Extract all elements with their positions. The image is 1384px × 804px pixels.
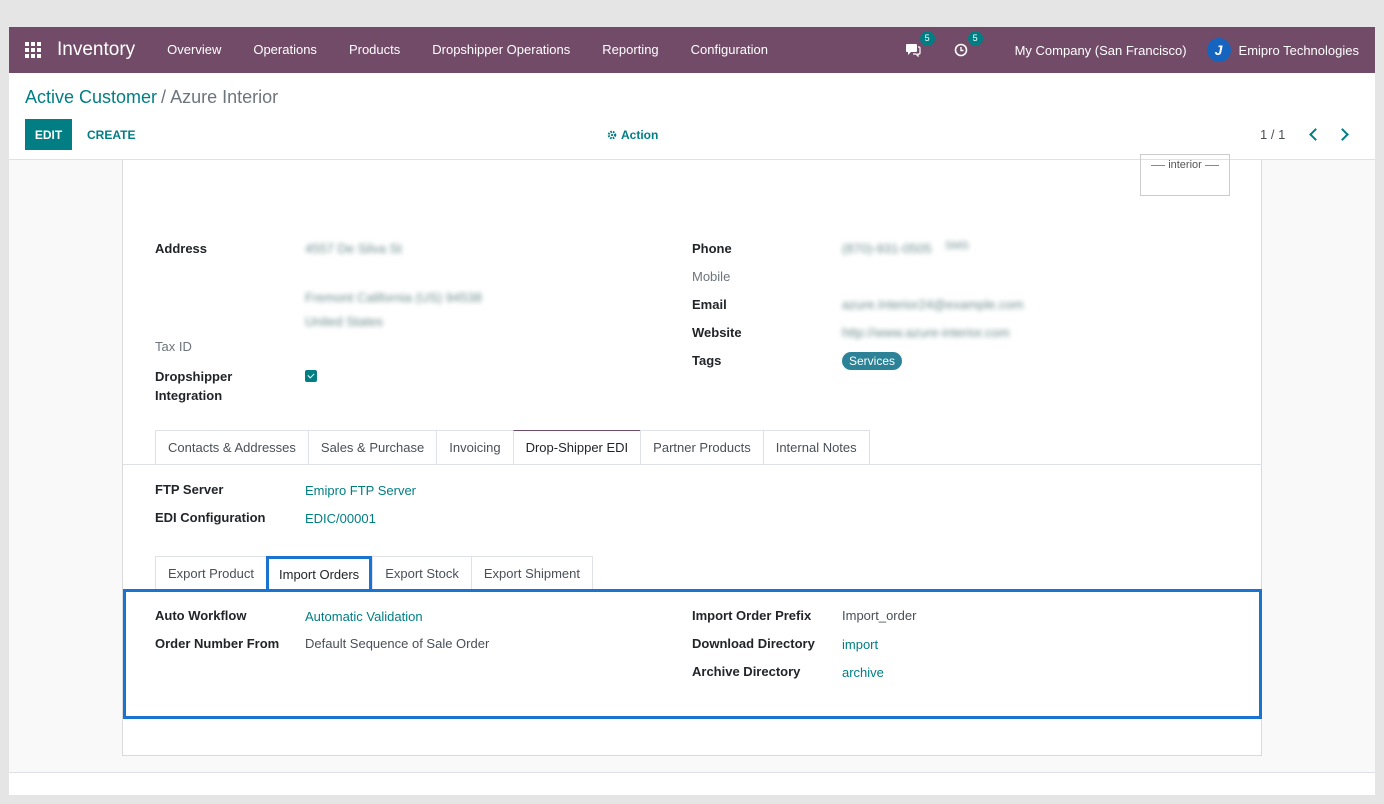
phone-label: Phone — [692, 241, 732, 256]
menu-products[interactable]: Products — [333, 27, 416, 73]
street-value: 4557 De Silva St — [305, 241, 402, 256]
company-switcher[interactable]: My Company (San Francisco) — [1015, 43, 1187, 58]
form-sheet: interior Address 4557 De Silva St Fremon… — [122, 154, 1262, 756]
sms-link[interactable]: SMS — [945, 237, 969, 256]
tab-drop-shipper-edi[interactable]: Drop-Shipper EDI — [512, 430, 641, 464]
top-navbar: Inventory Overview Operations Products D… — [9, 27, 1375, 73]
tab-internal-notes[interactable]: Internal Notes — [762, 430, 870, 464]
tab-contacts-addresses[interactable]: Contacts & Addresses — [155, 430, 308, 464]
clock-icon — [954, 43, 967, 57]
breadcrumb-separator: / — [161, 87, 167, 107]
email-value[interactable]: azure.Interior24@example.com — [842, 295, 1024, 314]
user-menu[interactable]: J Emipro Technologies — [1206, 38, 1359, 62]
tab-import-orders[interactable]: Import Orders — [266, 556, 373, 590]
import-order-prefix-label: Import Order Prefix — [692, 608, 812, 623]
auto-workflow-label: Auto Workflow — [155, 608, 247, 623]
pager-value[interactable]: 1 / 1 — [1260, 119, 1285, 150]
dropshipper-label-line1: Dropshipper — [155, 369, 233, 384]
order-number-from-value: Default Sequence of Sale Order — [305, 636, 490, 651]
tab-sales-purchase[interactable]: Sales & Purchase — [307, 430, 437, 464]
tab-invoicing[interactable]: Invoicing — [436, 430, 513, 464]
control-panel: Active Customer / Azure Interior EDIT CREA… — [9, 73, 1375, 160]
chevron-right-icon[interactable] — [1336, 128, 1349, 141]
auto-workflow-value[interactable]: Automatic Validation — [305, 607, 423, 626]
main-tabs: Contacts & Addresses Sales & Purchase In… — [155, 430, 870, 464]
menu-overview[interactable]: Overview — [151, 27, 237, 73]
create-button[interactable]: CREATE — [79, 119, 143, 150]
chevron-left-icon[interactable] — [1309, 128, 1322, 141]
order-number-from-label: Order Number From — [155, 636, 280, 651]
email-label: Email — [692, 297, 727, 312]
main-menu: Overview Operations Products Dropshipper… — [151, 27, 784, 73]
apps-menu-icon[interactable] — [25, 42, 41, 58]
edi-configuration-label: EDI Configuration — [155, 510, 266, 525]
messages-count-badge: 5 — [919, 31, 935, 46]
import-order-prefix-value: Import_order — [842, 608, 917, 623]
chat-icon — [905, 44, 921, 57]
tax-id-label: Tax ID — [155, 339, 192, 354]
edit-button[interactable]: EDIT — [25, 119, 72, 150]
user-name: Emipro Technologies — [1238, 42, 1359, 58]
country-value: United States — [305, 314, 384, 329]
dropshipper-integration-checkbox[interactable] — [305, 370, 317, 382]
activities-button[interactable]: 5 — [951, 31, 983, 60]
partner-logo[interactable]: interior — [1140, 154, 1230, 196]
download-directory-label: Download Directory — [692, 636, 815, 651]
activities-count-badge: 5 — [967, 31, 983, 46]
menu-reporting[interactable]: Reporting — [586, 27, 674, 73]
breadcrumb-parent-link[interactable]: Active Customer — [25, 87, 157, 107]
gear-icon — [607, 130, 617, 139]
ftp-server-label: FTP Server — [155, 482, 224, 497]
breadcrumb: Active Customer / Azure Interior — [25, 87, 278, 108]
ftp-server-value[interactable]: Emipro FTP Server — [305, 481, 416, 500]
address-label: Address — [155, 241, 208, 256]
tab-export-stock[interactable]: Export Stock — [372, 556, 471, 590]
tags-label: Tags — [692, 353, 722, 368]
sub-tabs: Export Product Import Orders Export Stoc… — [155, 556, 593, 590]
tab-export-product[interactable]: Export Product — [155, 556, 266, 590]
action-label: Action — [621, 127, 659, 142]
messages-button[interactable]: 5 — [903, 31, 935, 60]
dropshipper-label-line2: Integration — [155, 388, 223, 403]
main-tabs-divider — [123, 464, 1262, 465]
chatter-bar — [9, 772, 1375, 795]
city-value: Fremont California (US) 94538 — [305, 290, 483, 305]
menu-configuration[interactable]: Configuration — [675, 27, 784, 73]
archive-directory-label: Archive Directory — [692, 664, 801, 679]
app-brand[interactable]: Inventory — [57, 39, 135, 61]
logo-text: interior — [1168, 159, 1202, 171]
breadcrumb-current: Azure Interior — [170, 87, 279, 107]
action-menu-button[interactable]: Action — [607, 119, 658, 150]
phone-value[interactable]: (870)-931-0505 — [842, 239, 932, 258]
app-window: Inventory Overview Operations Products D… — [9, 27, 1375, 795]
website-value[interactable]: http://www.azure-interior.com — [842, 323, 1010, 342]
tag-services[interactable]: Services — [842, 352, 903, 370]
download-directory-value[interactable]: import — [842, 635, 878, 654]
mobile-label: Mobile — [692, 269, 731, 284]
tab-partner-products[interactable]: Partner Products — [640, 430, 763, 464]
edi-configuration-value[interactable]: EDIC/00001 — [305, 509, 376, 528]
tab-export-shipment[interactable]: Export Shipment — [470, 556, 593, 590]
menu-operations[interactable]: Operations — [237, 27, 333, 73]
archive-directory-value[interactable]: archive — [842, 663, 884, 682]
website-label: Website — [692, 325, 742, 340]
user-avatar-icon: J — [1206, 38, 1231, 62]
menu-dropshipper-operations[interactable]: Dropshipper Operations — [416, 27, 586, 73]
